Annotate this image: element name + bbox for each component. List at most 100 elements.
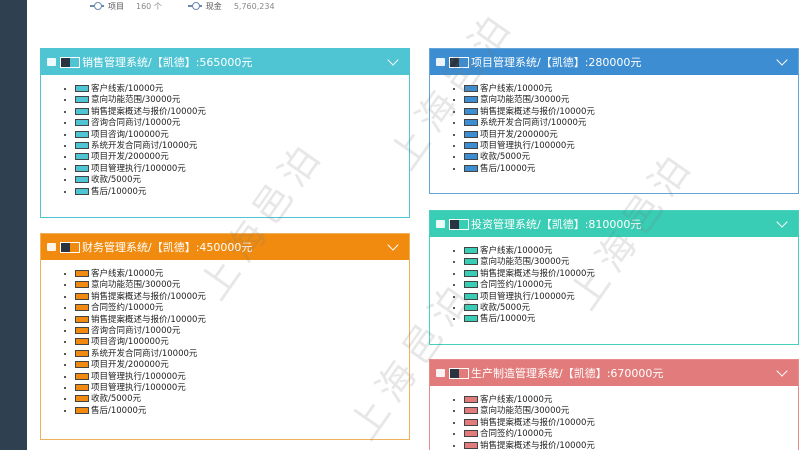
- stage-label: 项目咨询/100000元: [91, 129, 169, 140]
- chevron-down-icon[interactable]: [776, 216, 788, 228]
- panel-investment-management: 投资管理系统/【凯德】:810000元 客户线索/10000元意向功能范围/30…: [429, 210, 799, 345]
- panel-title: 财务管理系统/【凯德】:450000元: [82, 241, 253, 254]
- stage-item: 销售提案概述与报价/10000元: [464, 269, 798, 280]
- stage-item: 项目管理执行/100000元: [75, 383, 409, 394]
- chart-legend: 项目 160 个 现金 5,760,234: [90, 0, 275, 12]
- chevron-down-icon[interactable]: [387, 239, 399, 251]
- stage-label: 售后/10000元: [91, 405, 147, 416]
- stage-item: 客户线索/10000元: [464, 84, 798, 95]
- stage-list: 客户线索/10000元意向功能范围/30000元销售提案概述与报价/10000元…: [430, 75, 798, 175]
- stage-list: 客户线索/10000元意向功能范围/30000元销售提案概述与报价/10000元…: [41, 75, 409, 198]
- progress-bar-icon: [464, 430, 478, 438]
- panel-header[interactable]: 销售管理系统/【凯德】:565000元: [41, 49, 409, 75]
- panel-title: 项目管理系统/【凯德】:280000元: [471, 56, 642, 69]
- stage-label: 咨询合同商讨/10000元: [91, 118, 181, 129]
- stage-item: 项目管理执行/100000元: [75, 372, 409, 383]
- stage-label: 客户线索/10000元: [480, 84, 553, 94]
- progress-bar-icon: [464, 119, 478, 127]
- stage-label: 售后/10000元: [480, 314, 536, 325]
- stage-label: 收款/5000元: [91, 175, 141, 186]
- square-icon: [436, 220, 445, 228]
- stage-item: 意向功能范围/30000元: [464, 406, 798, 417]
- progress-bar-icon: [75, 384, 89, 392]
- badge-icon: [60, 56, 80, 68]
- stage-item: 意向功能范围/30000元: [464, 257, 798, 268]
- badge-icon: [449, 367, 469, 379]
- stage-item: 项目管理执行/100000元: [464, 292, 798, 303]
- stage-item: 项目管理执行/100000元: [75, 164, 409, 175]
- stage-label: 销售提案概述与报价/10000元: [480, 417, 595, 428]
- legend-item-project[interactable]: 项目 160 个: [90, 1, 162, 12]
- chevron-down-icon[interactable]: [776, 365, 788, 377]
- progress-bar-icon: [464, 258, 478, 266]
- legend-label: 现金: [205, 1, 222, 11]
- progress-bar-icon: [75, 96, 89, 104]
- stage-label: 项目管理执行/100000元: [480, 141, 575, 152]
- stage-label: 售后/10000元: [91, 186, 147, 197]
- stage-item: 销售提案概述与报价/10000元: [464, 107, 798, 118]
- stage-item: 销售提案概述与报价/10000元: [464, 418, 798, 429]
- stage-item: 销售提案概述与报价/10000元: [464, 441, 798, 450]
- progress-bar-icon: [75, 327, 89, 335]
- stage-label: 项目开发/200000元: [91, 152, 169, 163]
- line-marker-icon: [90, 2, 104, 10]
- stage-item: 项目管理执行/100000元: [464, 141, 798, 152]
- line-marker-icon: [187, 2, 202, 10]
- panel-finance-management: 财务管理系统/【凯德】:450000元 客户线索/10000元意向功能范围/30…: [40, 233, 410, 440]
- progress-bar-icon: [75, 130, 89, 138]
- stage-label: 意向功能范围/30000元: [480, 95, 570, 106]
- stage-item: 售后/10000元: [464, 314, 798, 325]
- stage-label: 销售提案概述与报价/10000元: [91, 106, 206, 117]
- stage-label: 项目开发/200000元: [480, 129, 558, 140]
- progress-bar-icon: [75, 164, 89, 172]
- progress-bar-icon: [464, 247, 478, 254]
- progress-bar-icon: [75, 107, 89, 115]
- legend-label: 项目: [108, 1, 124, 11]
- stage-label: 意向功能范围/30000元: [480, 257, 570, 268]
- panel-header[interactable]: 生产制造管理系统/【凯德】:670000元: [430, 360, 798, 386]
- stage-label: 销售提案概述与报价/10000元: [91, 291, 206, 302]
- stage-label: 合同签约/10000元: [480, 429, 553, 440]
- stage-label: 销售提案概述与报价/10000元: [480, 440, 595, 450]
- stage-list: 客户线索/10000元意向功能范围/30000元销售提案概述与报价/10000元…: [41, 260, 409, 417]
- stage-item: 系统开发合同商讨/10000元: [75, 349, 409, 360]
- stage-label: 客户线索/10000元: [91, 269, 164, 279]
- stage-item: 系统开发合同商讨/10000元: [464, 118, 798, 129]
- progress-bar-icon: [464, 396, 478, 403]
- card-icon: [47, 58, 56, 66]
- stage-label: 销售提案概述与报价/10000元: [480, 106, 595, 117]
- progress-bar-icon: [75, 187, 89, 195]
- chevron-down-icon[interactable]: [387, 54, 399, 66]
- progress-bar-icon: [464, 292, 478, 300]
- progress-bar-icon: [464, 418, 478, 426]
- stage-label: 合同签约/10000元: [91, 303, 164, 314]
- panel-header[interactable]: 项目管理系统/【凯德】:280000元: [430, 49, 798, 75]
- stage-item: 合同签约/10000元: [464, 429, 798, 440]
- legend-item-cash[interactable]: 现金 5,760,234: [187, 1, 275, 12]
- badge-icon: [449, 218, 469, 230]
- stage-label: 项目管理执行/100000元: [91, 163, 186, 174]
- stage-item: 意向功能范围/30000元: [75, 280, 409, 291]
- chevron-down-icon[interactable]: [776, 54, 788, 66]
- stage-item: 咨询合同商讨/10000元: [75, 118, 409, 129]
- progress-bar-icon: [464, 441, 478, 449]
- panel-header[interactable]: 投资管理系统/【凯德】:810000元: [430, 211, 798, 237]
- main-content: 项目 160 个 现金 5,760,234 销售管理系统/【凯德】:565000…: [27, 0, 800, 450]
- legend-value: 160 个: [136, 1, 162, 11]
- stage-label: 系统开发合同商讨/10000元: [480, 118, 587, 129]
- stage-item: 收款/5000元: [75, 394, 409, 405]
- stage-label: 销售提案概述与报价/10000元: [91, 314, 206, 325]
- progress-bar-icon: [75, 372, 89, 380]
- progress-bar-icon: [464, 164, 478, 172]
- stage-item: 收款/5000元: [464, 303, 798, 314]
- stage-item: 销售提案概述与报价/10000元: [75, 292, 409, 303]
- panel-header[interactable]: 财务管理系统/【凯德】:450000元: [41, 234, 409, 260]
- stage-list: 客户线索/10000元意向功能范围/30000元销售提案概述与报价/10000元…: [430, 386, 798, 450]
- progress-bar-icon: [464, 407, 478, 415]
- stage-item: 项目咨询/100000元: [75, 337, 409, 348]
- stage-item: 项目开发/200000元: [75, 360, 409, 371]
- stage-label: 项目管理执行/100000元: [480, 291, 575, 302]
- stage-label: 项目开发/200000元: [91, 360, 169, 371]
- progress-bar-icon: [75, 281, 89, 289]
- stage-label: 咨询合同商讨/10000元: [91, 326, 181, 337]
